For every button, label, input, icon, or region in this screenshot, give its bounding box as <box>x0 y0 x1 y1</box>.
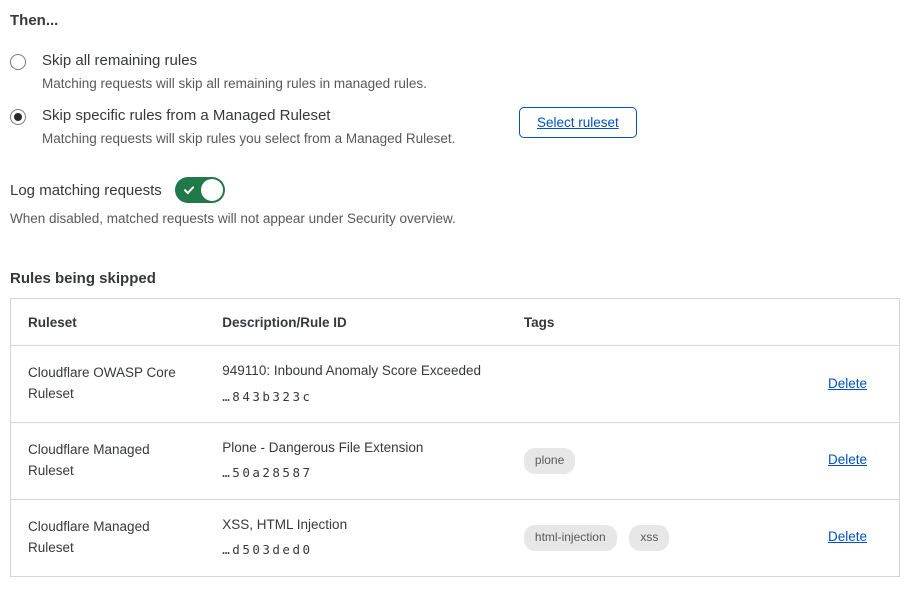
log-matching-label: Log matching requests <box>10 182 162 199</box>
rules-being-skipped-table: Ruleset Description/Rule ID Tags Cloudfl… <box>10 298 900 577</box>
option-skip-all-rules: Skip all remaining rules Matching reques… <box>10 52 901 91</box>
toggle-knob <box>201 179 223 201</box>
column-header-ruleset: Ruleset <box>11 299 223 346</box>
delete-link[interactable]: Delete <box>828 452 867 467</box>
actions-cell: Delete <box>754 499 900 576</box>
check-icon <box>183 183 195 201</box>
tag-pill: plone <box>524 448 575 474</box>
tag-pill: html-injection <box>524 525 617 551</box>
waf-rule-action-panel: Then... Skip all remaining rules Matchin… <box>0 0 911 577</box>
select-ruleset-button[interactable]: Select ruleset <box>519 107 637 138</box>
rule-description-cell: XSS, HTML Injection …d503ded0 <box>222 499 524 576</box>
radio-dot <box>14 113 22 121</box>
option-skip-all-label[interactable]: Skip all remaining rules <box>42 52 427 69</box>
table-header-row: Ruleset Description/Rule ID Tags <box>11 299 900 346</box>
option-skip-specific-description: Matching requests will skip rules you se… <box>42 131 455 146</box>
delete-link[interactable]: Delete <box>828 529 867 544</box>
column-header-tags: Tags <box>524 299 754 346</box>
rule-description: Plone - Dangerous File Extension <box>222 439 504 457</box>
rule-id: …843b323c <box>222 387 504 406</box>
table-row: Cloudflare OWASP Core Ruleset 949110: In… <box>11 346 900 423</box>
actions-cell: Delete <box>754 346 900 423</box>
rule-id: …50a28587 <box>222 463 504 482</box>
rule-description: XSS, HTML Injection <box>222 516 504 534</box>
ruleset-name: Cloudflare Managed Ruleset <box>11 499 223 576</box>
log-matching-row: Log matching requests <box>10 177 901 203</box>
rule-description-cell: 949110: Inbound Anomaly Score Exceeded …… <box>222 346 524 423</box>
then-section-title: Then... <box>10 12 901 29</box>
option-body: Skip specific rules from a Managed Rules… <box>42 107 455 146</box>
tags-cell <box>524 346 754 423</box>
table-row: Cloudflare Managed Ruleset Plone - Dange… <box>11 422 900 499</box>
ruleset-name: Cloudflare OWASP Core Ruleset <box>11 346 223 423</box>
log-matching-toggle[interactable] <box>175 177 225 203</box>
rule-description-cell: Plone - Dangerous File Extension …50a285… <box>222 422 524 499</box>
table-row: Cloudflare Managed Ruleset XSS, HTML Inj… <box>11 499 900 576</box>
rule-id: …d503ded0 <box>222 540 504 559</box>
delete-link[interactable]: Delete <box>828 376 867 391</box>
option-skip-specific-rules: Skip specific rules from a Managed Rules… <box>10 107 901 146</box>
radio-dot <box>14 58 22 66</box>
tags-cell: plone <box>524 422 754 499</box>
option-body: Skip all remaining rules Matching reques… <box>42 52 427 91</box>
column-header-actions <box>754 299 900 346</box>
option-skip-all-description: Matching requests will skip all remainin… <box>42 76 427 91</box>
radio-skip-specific-rules[interactable] <box>10 109 26 125</box>
actions-cell: Delete <box>754 422 900 499</box>
tag-pill: xss <box>629 525 669 551</box>
tags-cell: html-injection xss <box>524 499 754 576</box>
log-matching-description: When disabled, matched requests will not… <box>10 211 901 226</box>
rules-table-title: Rules being skipped <box>10 270 901 287</box>
rule-description: 949110: Inbound Anomaly Score Exceeded <box>222 362 504 380</box>
option-skip-specific-label[interactable]: Skip specific rules from a Managed Rules… <box>42 107 455 124</box>
ruleset-name: Cloudflare Managed Ruleset <box>11 422 223 499</box>
column-header-description: Description/Rule ID <box>222 299 524 346</box>
radio-skip-all-rules[interactable] <box>10 54 26 70</box>
